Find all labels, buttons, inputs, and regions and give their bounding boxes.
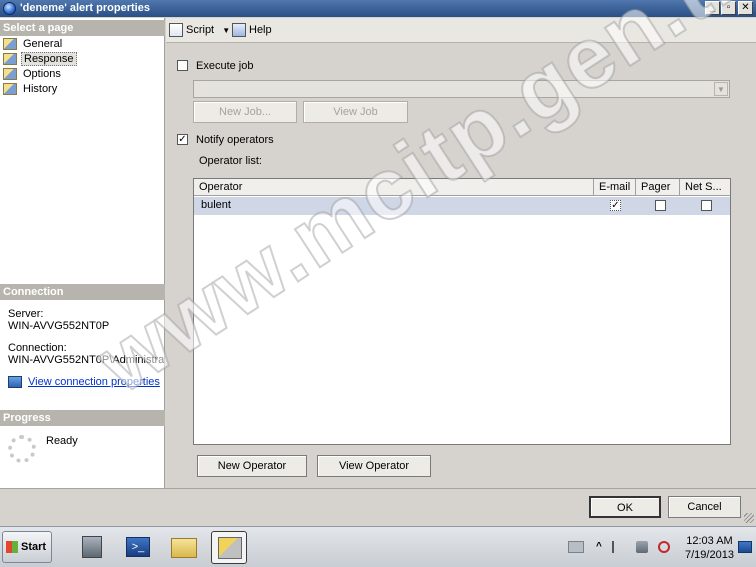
toolbar-separator	[166, 42, 756, 43]
clock-time: 12:03 AM	[686, 535, 733, 547]
network-icon[interactable]	[636, 541, 648, 553]
help-button[interactable]: Help	[232, 23, 272, 38]
close-button[interactable]: ✕	[738, 1, 753, 15]
progress-status: Ready	[46, 435, 78, 447]
server-manager-taskbar-button[interactable]	[74, 531, 110, 564]
maximize-button[interactable]: ▫	[721, 1, 736, 15]
ok-button[interactable]: OK	[589, 496, 661, 518]
server-manager-icon	[82, 536, 102, 558]
start-button[interactable]: Start	[2, 531, 52, 563]
notify-operators-checkbox[interactable]: ✓	[177, 134, 188, 145]
page-item-response[interactable]: Response	[3, 52, 77, 66]
powershell-taskbar-button[interactable]: >_	[120, 531, 156, 564]
operator-name-cell: bulent	[201, 199, 231, 211]
view-operator-button[interactable]: View Operator	[317, 455, 431, 477]
server-value: WIN-AVVG552NT0P	[8, 320, 110, 332]
page-icon	[3, 53, 17, 66]
window-title: 'deneme' alert properties	[20, 2, 150, 14]
start-label: Start	[21, 541, 47, 553]
page-item-label: General	[23, 38, 63, 50]
chevron-down-icon: ▼	[714, 82, 728, 96]
page-item-general[interactable]: General	[3, 37, 64, 51]
email-checkbox[interactable]: ✓	[610, 200, 621, 211]
new-operator-button[interactable]: New Operator	[197, 455, 307, 477]
execute-job-checkbox[interactable]	[177, 60, 188, 71]
page-icon	[3, 38, 17, 51]
connection-value: WIN-AVVG552NT0P\Administrato	[8, 354, 165, 366]
page-item-label: Options	[23, 68, 61, 80]
show-desktop-icon[interactable]	[738, 541, 752, 553]
window-title-bar[interactable]: 'deneme' alert properties _ ▫ ✕	[0, 0, 756, 17]
new-job-button[interactable]: New Job...	[193, 101, 297, 123]
column-header-email[interactable]: E-mail	[594, 179, 636, 196]
page-item-options[interactable]: Options	[3, 67, 63, 81]
page-item-label: History	[23, 83, 58, 95]
net-send-checkbox[interactable]	[701, 200, 712, 211]
help-icon	[232, 23, 246, 38]
view-job-button[interactable]: View Job	[303, 101, 408, 123]
chevron-down-icon[interactable]: ▼	[222, 26, 230, 35]
script-label: Script	[186, 24, 215, 36]
page-item-history[interactable]: History	[3, 82, 59, 96]
resize-grip-icon[interactable]	[744, 513, 754, 523]
column-header-net-send[interactable]: Net S...	[680, 179, 730, 196]
show-hidden-icons-icon[interactable]: ^	[596, 541, 608, 553]
notify-operators-label: Notify operators	[196, 134, 274, 146]
execute-job-label: Execute job	[196, 60, 254, 72]
windows-logo-icon	[6, 541, 18, 553]
cancel-button[interactable]: Cancel	[668, 496, 741, 518]
help-label: Help	[249, 24, 272, 36]
explorer-taskbar-button[interactable]	[166, 531, 202, 564]
ssms-taskbar-button[interactable]	[211, 531, 247, 564]
keyboard-icon[interactable]	[568, 541, 584, 553]
job-select: ▼	[193, 80, 730, 98]
powershell-icon: >_	[126, 537, 150, 557]
progress-spinner-icon	[8, 435, 36, 463]
operator-list-label: Operator list:	[199, 155, 262, 167]
clock[interactable]: 12:03 AM 7/19/2013	[685, 534, 734, 562]
app-icon	[3, 2, 16, 15]
page-item-label: Response	[21, 52, 77, 66]
left-panel: Select a page General Response Options H…	[0, 18, 165, 488]
folder-icon	[171, 538, 197, 558]
toolbar: Script ▼ Help	[166, 18, 756, 42]
column-header-operator[interactable]: Operator	[194, 179, 594, 196]
table-row[interactable]: bulent ✓	[194, 197, 730, 215]
page-icon	[3, 68, 17, 81]
connection-header: Connection	[0, 284, 165, 300]
volume-muted-icon[interactable]	[658, 541, 670, 553]
action-center-flag-icon[interactable]	[612, 541, 624, 553]
operator-table: Operator E-mail Pager Net S... bulent ✓	[193, 178, 731, 445]
view-connection-link-text[interactable]: View connection properties	[28, 376, 160, 388]
connection-properties-icon	[8, 376, 22, 389]
script-icon	[169, 23, 183, 38]
clock-date: 7/19/2013	[685, 549, 734, 561]
script-button[interactable]: Script ▼	[169, 23, 230, 38]
system-tray: ^ 12:03 AM 7/19/2013	[568, 529, 756, 566]
minimize-button[interactable]: _	[705, 1, 720, 15]
sql-management-studio-icon	[218, 537, 242, 559]
column-header-pager[interactable]: Pager	[636, 179, 680, 196]
progress-header: Progress	[0, 410, 165, 426]
page-icon	[3, 83, 17, 96]
pager-checkbox[interactable]	[655, 200, 666, 211]
view-connection-properties-link[interactable]: View connection properties	[8, 376, 160, 389]
select-page-header: Select a page	[0, 20, 165, 36]
taskbar: Start >_ ^ 12:03 AM 7/19/2013	[0, 526, 756, 567]
